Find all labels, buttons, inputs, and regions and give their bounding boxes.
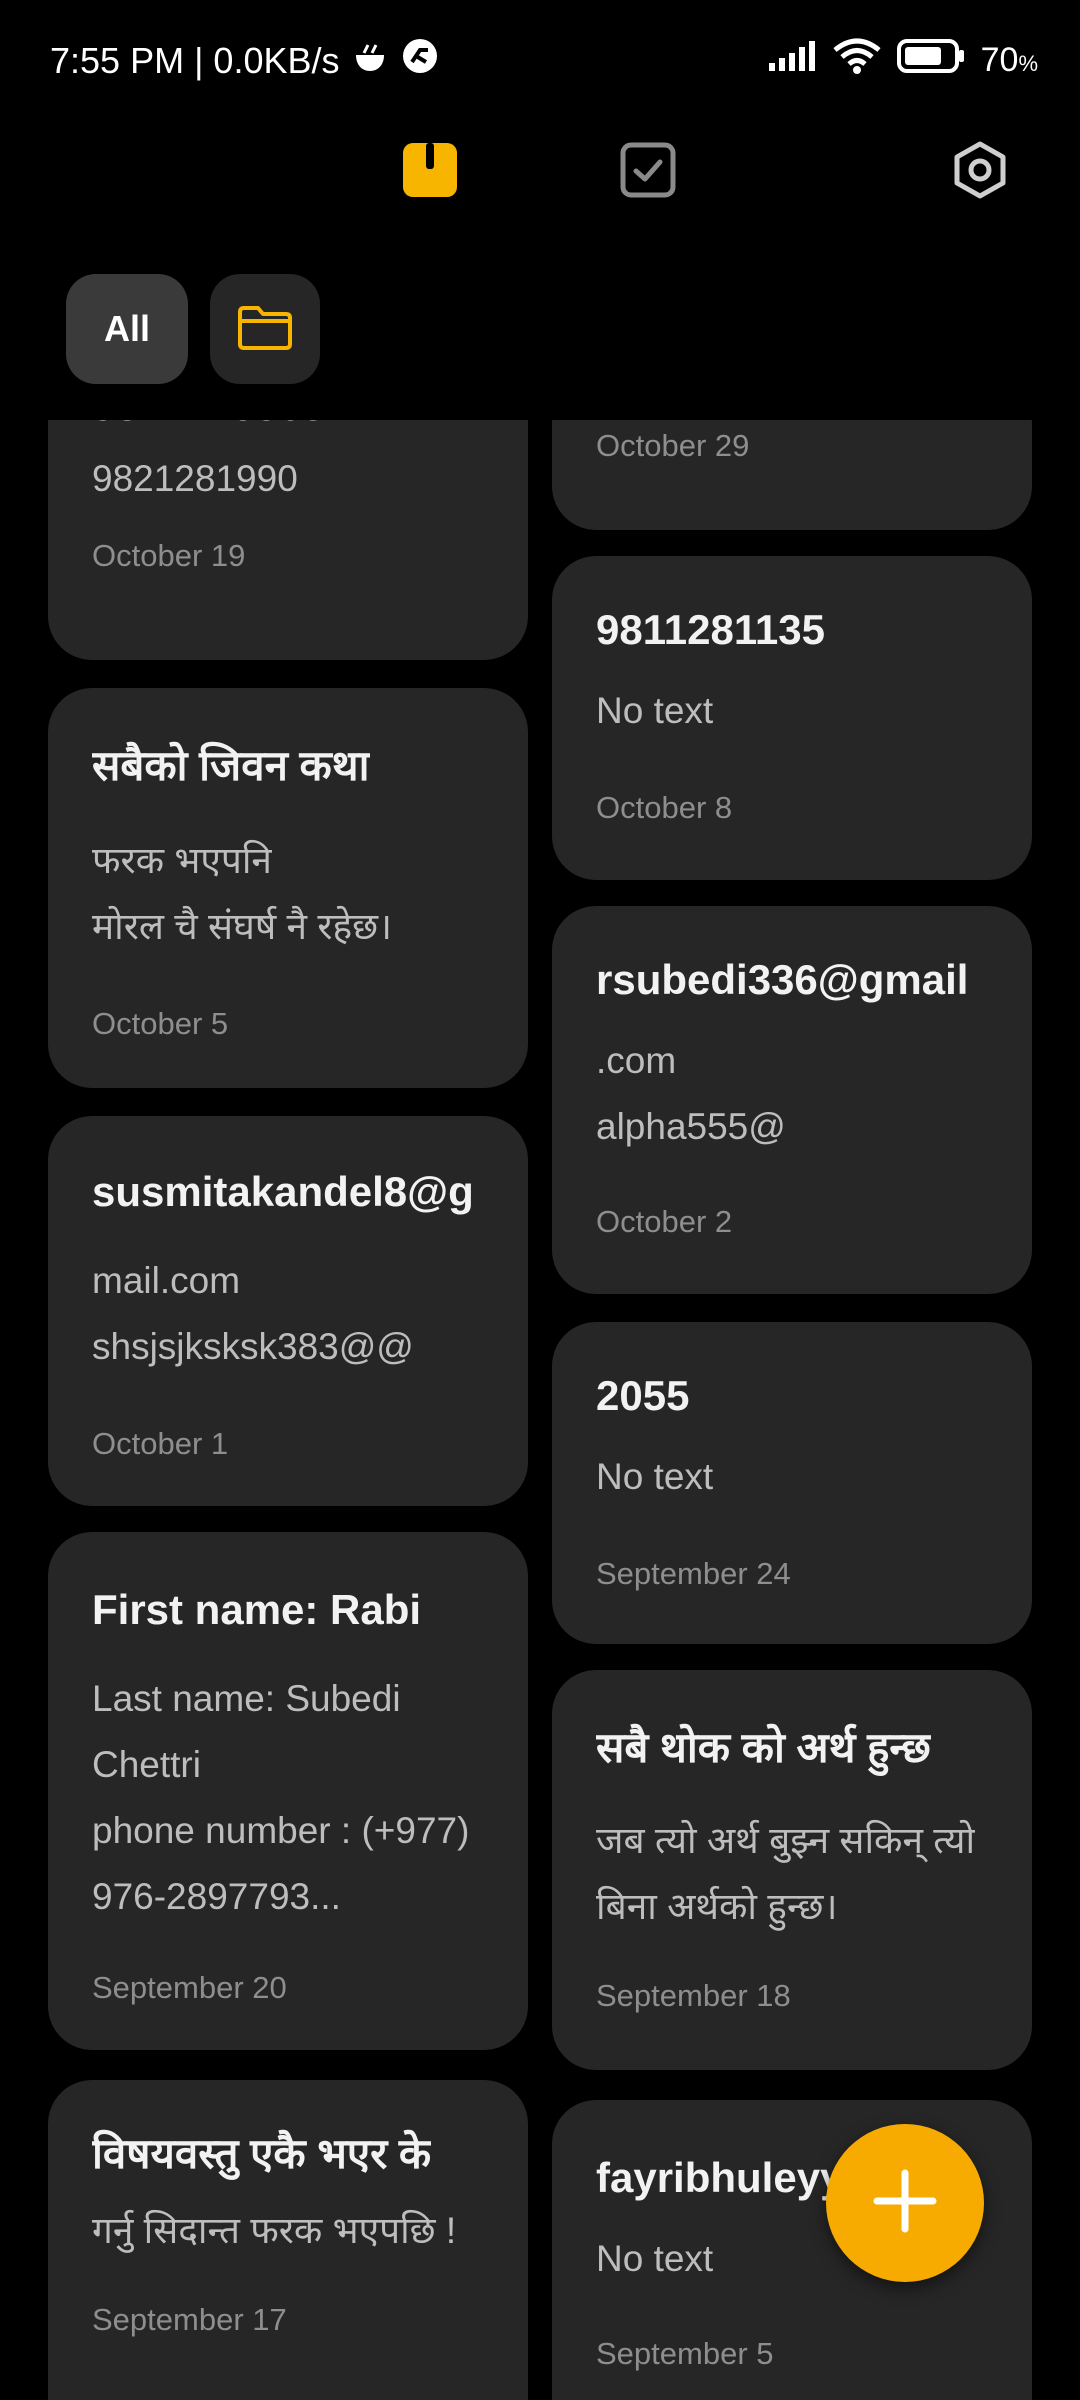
note-body-line: जब त्यो अर्थ बुझ्न सकिन् त्यो (596, 1820, 976, 1861)
note-card[interactable]: First name: Rabi Last name: Subedi Chett… (48, 1532, 528, 2050)
note-date: October 19 (92, 538, 246, 573)
status-left: 7:55 PM | 0.0KB/s (50, 38, 438, 83)
notes-icon[interactable] (400, 140, 460, 200)
notification-app-icon (402, 38, 438, 83)
note-body-line: No text (596, 1456, 714, 1497)
note-body-line: No text (596, 690, 714, 731)
note-date: October 2 (596, 1204, 733, 1239)
note-date: October 8 (596, 790, 733, 825)
note-body-line: alpha555@ (596, 1106, 786, 1147)
note-card[interactable]: 2055 No text September 24 (552, 1322, 1032, 1644)
note-body-line: मोरल चै संघर्ष नै रहेछ। (92, 906, 393, 947)
note-card[interactable]: October 29 (552, 420, 1032, 530)
note-date: October 29 (596, 428, 750, 463)
status-right: 70% (768, 38, 1038, 83)
note-date: September 17 (92, 2302, 287, 2337)
folder-icon (236, 304, 294, 355)
top-toolbar (0, 120, 1080, 220)
note-card[interactable]: 9817419909 9821281990 October 19 (48, 420, 528, 660)
note-body-line: shsjsjksksk383@@ (92, 1326, 414, 1367)
note-body-line: phone number : (+977) (92, 1810, 470, 1851)
note-body-line: फरक भएपनि (92, 840, 272, 881)
note-date: October 5 (92, 1006, 229, 1041)
note-card[interactable]: सबै थोक को अर्थ हुन्छ जब त्यो अर्थ बुझ्न… (552, 1670, 1032, 2070)
note-body-line: mail.com (92, 1260, 241, 1301)
note-body-line: 9821281990 (92, 458, 298, 499)
note-title: विषयवस्तु एकै भएर के (92, 2130, 432, 2177)
note-title: सबै थोक को अर्थ हुन्छ (596, 1724, 931, 1771)
note-title: rsubedi336@gmail (596, 956, 969, 1003)
note-title: सबैको जिवन कथा (92, 742, 370, 789)
note-body-line: No text (596, 2238, 714, 2279)
note-body-line: बिना अर्थको हुन्छ। (596, 1886, 838, 1927)
note-card[interactable]: susmitakandel8@g mail.com shsjsjksksk383… (48, 1116, 528, 1506)
note-card[interactable]: 9811281135 No text October 8 (552, 556, 1032, 880)
note-date: September 24 (596, 1556, 791, 1591)
note-card[interactable]: rsubedi336@gmail .com alpha555@ October … (552, 906, 1032, 1294)
folder-filter-chip[interactable] (210, 274, 320, 384)
note-title: First name: Rabi (92, 1586, 422, 1633)
note-date: September 18 (596, 1978, 791, 2013)
settings-icon[interactable] (950, 140, 1010, 200)
notes-list[interactable]: 9817419909 9821281990 October 19 सबैको ज… (0, 420, 1080, 2400)
battery-unit: % (1018, 51, 1038, 76)
note-body-line: 976-2897793... (92, 1876, 341, 1917)
battery-number: 70 (980, 41, 1019, 79)
battery-percent: 70% (981, 41, 1038, 80)
note-body-line: गर्नु सिदान्त फरक भएपछि ! (92, 2210, 457, 2251)
note-date: September 5 (596, 2336, 774, 2371)
note-date: October 1 (92, 1426, 229, 1461)
note-body-line: Chettri (92, 1744, 201, 1785)
note-title: fayribhuleyy (596, 2154, 844, 2201)
checkbox-icon[interactable] (618, 140, 678, 200)
note-title: 2055 (596, 1372, 690, 1419)
wifi-icon (833, 38, 881, 83)
note-card[interactable]: सबैको जिवन कथा फरक भएपनि मोरल चै संघर्ष … (48, 688, 528, 1088)
note-title: susmitakandel8@g (92, 1168, 474, 1215)
battery-icon (896, 39, 965, 82)
note-body-line: Last name: Subedi (92, 1678, 401, 1719)
status-bar: 7:55 PM | 0.0KB/s 70% (0, 0, 1080, 120)
signal-icon (768, 41, 817, 80)
note-date: September 20 (92, 1970, 287, 2005)
noodle-app-icon (354, 40, 388, 82)
note-title: 9811281135 (596, 606, 825, 653)
add-note-button[interactable] (826, 2124, 984, 2282)
plus-icon (873, 2169, 937, 2238)
note-body-line: .com (596, 1040, 677, 1081)
time-and-speed: 7:55 PM | 0.0KB/s (50, 39, 340, 81)
filter-all-chip[interactable]: All (66, 274, 188, 384)
note-card[interactable]: विषयवस्तु एकै भएर के गर्नु सिदान्त फरक भ… (48, 2080, 528, 2400)
filter-all-label: All (103, 308, 150, 349)
note-title: 9817419909 (92, 420, 326, 434)
